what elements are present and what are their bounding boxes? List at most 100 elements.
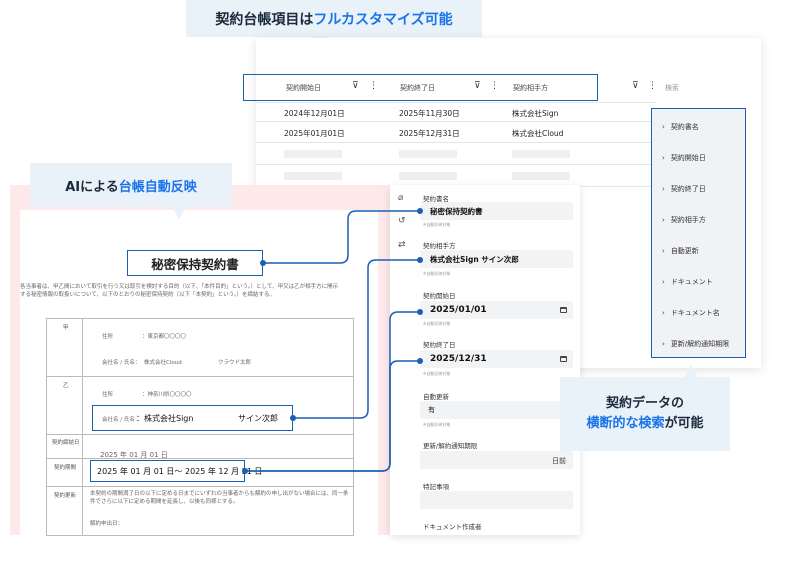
field-item[interactable]: › 契約相手方 (652, 215, 745, 225)
party-a-company: 株式会社Cloud (144, 360, 182, 366)
calendar-icon[interactable] (560, 356, 567, 362)
callout-auto-reflect: AIによる 台帳自動反映 (30, 163, 232, 207)
field-item[interactable]: › 契約書名 (652, 122, 745, 132)
party-b-label: 乙 (63, 383, 69, 389)
table-cell: 2024年12月01日 (284, 109, 345, 118)
filter-icon[interactable]: ⊽ (632, 81, 639, 91)
party-a-address-label: 住所 (102, 334, 114, 340)
form-start-label: 契約開始日 (423, 292, 456, 300)
placeholder-row (284, 172, 342, 180)
party-b-address: ：神奈川県〇〇〇〇 (142, 392, 192, 398)
row-divider (256, 121, 656, 122)
form-creator-label: ドキュメント作成者 (423, 523, 482, 531)
contract-period-label: 契約期間 (54, 465, 77, 471)
party-a-person: クラウド太郎 (218, 360, 252, 366)
field-item[interactable]: › 契約終了日 (652, 184, 745, 194)
row-divider (256, 164, 656, 165)
chevron-right-icon: › (662, 185, 665, 193)
contract-period-value: 2025 年 01 月 01 日～ 2025 年 12 月 31 日 (97, 467, 263, 476)
placeholder-row (512, 172, 570, 180)
field-item[interactable]: › 契約開始日 (652, 153, 745, 163)
column-menu-icon[interactable]: ⋮ (648, 81, 657, 91)
placeholder-row (512, 150, 570, 158)
callout-auto-reflect-highlight: 台帳自動反映 (118, 179, 197, 195)
table-cell: 2025年12月31日 (399, 129, 460, 138)
callout-auto-reflect-prefix: AIによる (65, 179, 119, 195)
special-notes-field[interactable] (420, 491, 573, 509)
notice-unit: 日前 (552, 457, 566, 465)
column-menu-icon[interactable]: ⋮ (490, 81, 499, 91)
document-title: 秘密保持契約書 (127, 250, 263, 276)
paperclip-icon[interactable]: ⌀ (398, 193, 403, 203)
placeholder-row (284, 150, 342, 158)
table-divider (46, 486, 354, 487)
table-divider (46, 434, 354, 435)
calendar-icon[interactable] (560, 307, 567, 313)
column-header-party[interactable]: 契約相手方 (513, 83, 548, 93)
field-item[interactable]: › ドキュメント名 (652, 308, 745, 318)
document-intro: 各当事者は、甲乙間において取引を行う又は取引を検討する目的（以下、「本件目的」と… (20, 284, 339, 298)
chevron-right-icon: › (662, 247, 665, 255)
table-cell: 株式会社Sign (512, 109, 559, 118)
table-cell: 2025年01月01日 (284, 129, 345, 138)
field-list-panel: › 契約書名 › 契約開始日 › 契約終了日 › 契約相手方 › 自動更新 › ドキュメント… (651, 108, 746, 358)
field-item[interactable]: › 自動更新 (652, 246, 745, 256)
end-date-value: 2025/12/31 (430, 354, 487, 364)
callout-search-line2: 横断的な検索が可能 (586, 416, 704, 431)
auto-renew-field[interactable] (420, 401, 573, 419)
chevron-right-icon: › (662, 123, 665, 131)
link-icon[interactable]: ⇄ (398, 240, 406, 250)
table-divider (82, 318, 83, 536)
party-b-person: サイン次郎 (238, 414, 278, 423)
column-header-end[interactable]: 契約終了日 (400, 83, 435, 93)
party-a-address: ：東京都〇〇〇〇 (142, 334, 187, 340)
search-input[interactable]: 検索 (665, 83, 679, 93)
callout-auto-reflect-tail (172, 207, 186, 219)
form-notice-label: 更新/解約通知期限 (423, 442, 478, 450)
party-b-company-label: 会社名 / 氏名 (102, 417, 135, 423)
table-divider (46, 458, 354, 459)
contract-renewal-text: 本契約の期間満了日の以下に定める日までにいずれの当事者からも解約の申し出がない場… (90, 491, 349, 505)
auto-reflect-note: ※自動反映対象 (423, 222, 451, 227)
notice-deadline-field[interactable] (420, 451, 573, 469)
party-b-company: ：株式会社Sign (136, 414, 194, 423)
start-date-value: 2025/01/01 (430, 305, 487, 315)
table-cell: 株式会社Cloud (512, 129, 564, 138)
field-item[interactable]: › 更新/解約通知期限 (652, 339, 745, 349)
field-item[interactable]: › ドキュメント (652, 277, 745, 287)
placeholder-row (399, 172, 457, 180)
callout-customize-highlight: フルカスタマイズ可能 (313, 11, 453, 28)
contract-name-value: 秘密保持契約書 (430, 207, 483, 216)
history-icon[interactable]: ↺ (398, 216, 406, 226)
filter-icon[interactable]: ⊽ (474, 81, 481, 91)
form-party-label: 契約相手方 (423, 242, 456, 250)
chevron-right-icon: › (662, 154, 665, 162)
column-header-start[interactable]: 契約開始日 (286, 83, 321, 93)
table-cell: 2025年11月30日 (399, 109, 460, 118)
auto-reflect-note: ※自動反映対象 (423, 321, 451, 326)
chevron-right-icon: › (662, 309, 665, 317)
party-a-company-label: 会社名 / 氏名： (102, 360, 141, 366)
contract-date-value: 2025 年 01 月 01 日 (100, 451, 168, 459)
party-b-address-label: 住所 (102, 392, 114, 398)
cancel-date-label: 解約申出日： (90, 521, 124, 527)
row-divider (256, 102, 656, 103)
callout-customize-prefix: 契約台帳項目は (215, 11, 314, 28)
callout-customize: 契約台帳項目は フルカスタマイズ可能 (186, 0, 482, 37)
auto-reflect-note: ※自動反映対象 (423, 422, 451, 427)
table-divider (46, 376, 354, 377)
chevron-right-icon: › (662, 216, 665, 224)
form-renew-label: 自動更新 (423, 393, 449, 401)
auto-reflect-note: ※自動反映対象 (423, 271, 451, 276)
contract-renewal-label: 契約更新 (54, 493, 77, 499)
auto-renew-value: 有 (428, 406, 435, 414)
chevron-right-icon: › (662, 340, 665, 348)
callout-search: 契約データの 横断的な検索が可能 (560, 377, 730, 451)
row-divider (256, 142, 656, 143)
contract-party-value: 株式会社Sign サイン次郎 (430, 255, 519, 264)
filter-icon[interactable]: ⊽ (352, 81, 359, 91)
placeholder-row (399, 150, 457, 158)
contract-date-label: 契約締結日 (52, 440, 80, 446)
column-menu-icon[interactable]: ⋮ (369, 81, 378, 91)
form-special-label: 特記事項 (423, 483, 449, 491)
